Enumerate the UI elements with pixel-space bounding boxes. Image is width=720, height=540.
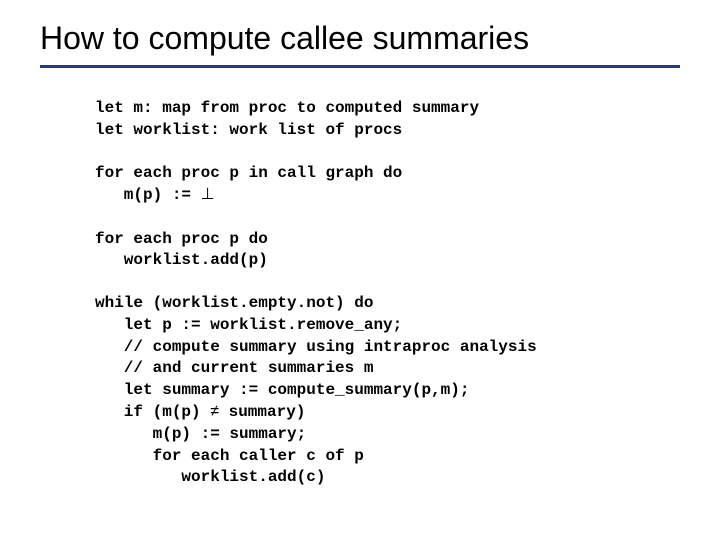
slide-title: How to compute callee summaries (40, 20, 680, 57)
code-line: let p := worklist.remove_any; (95, 316, 402, 334)
code-line: worklist.add(c) (95, 468, 325, 486)
code-line: if (m(p) (95, 403, 210, 421)
code-line: // and current summaries m (95, 359, 373, 377)
pseudocode-block: let m: map from proc to computed summary… (95, 98, 680, 489)
code-line: while (worklist.empty.not) do (95, 294, 373, 312)
code-line: // compute summary using intraproc analy… (95, 338, 537, 356)
code-line: summary) (219, 403, 305, 421)
code-line: for each caller c of p (95, 447, 364, 465)
slide: How to compute callee summaries let m: m… (0, 0, 720, 540)
code-line: for each proc p do (95, 230, 268, 248)
code-line: m(p) := summary; (95, 425, 306, 443)
code-line: worklist.add(p) (95, 251, 268, 269)
bottom-symbol: ⊥ (201, 186, 215, 203)
code-line: let m: map from proc to computed summary (95, 99, 479, 117)
code-line: let summary := compute_summary(p,m); (95, 381, 469, 399)
not-equal-symbol: ≠ (210, 403, 219, 420)
code-line: for each proc p in call graph do (95, 164, 402, 182)
code-line: m(p) := (95, 186, 201, 204)
title-rule (40, 65, 680, 68)
code-line: let worklist: work list of procs (95, 121, 402, 139)
